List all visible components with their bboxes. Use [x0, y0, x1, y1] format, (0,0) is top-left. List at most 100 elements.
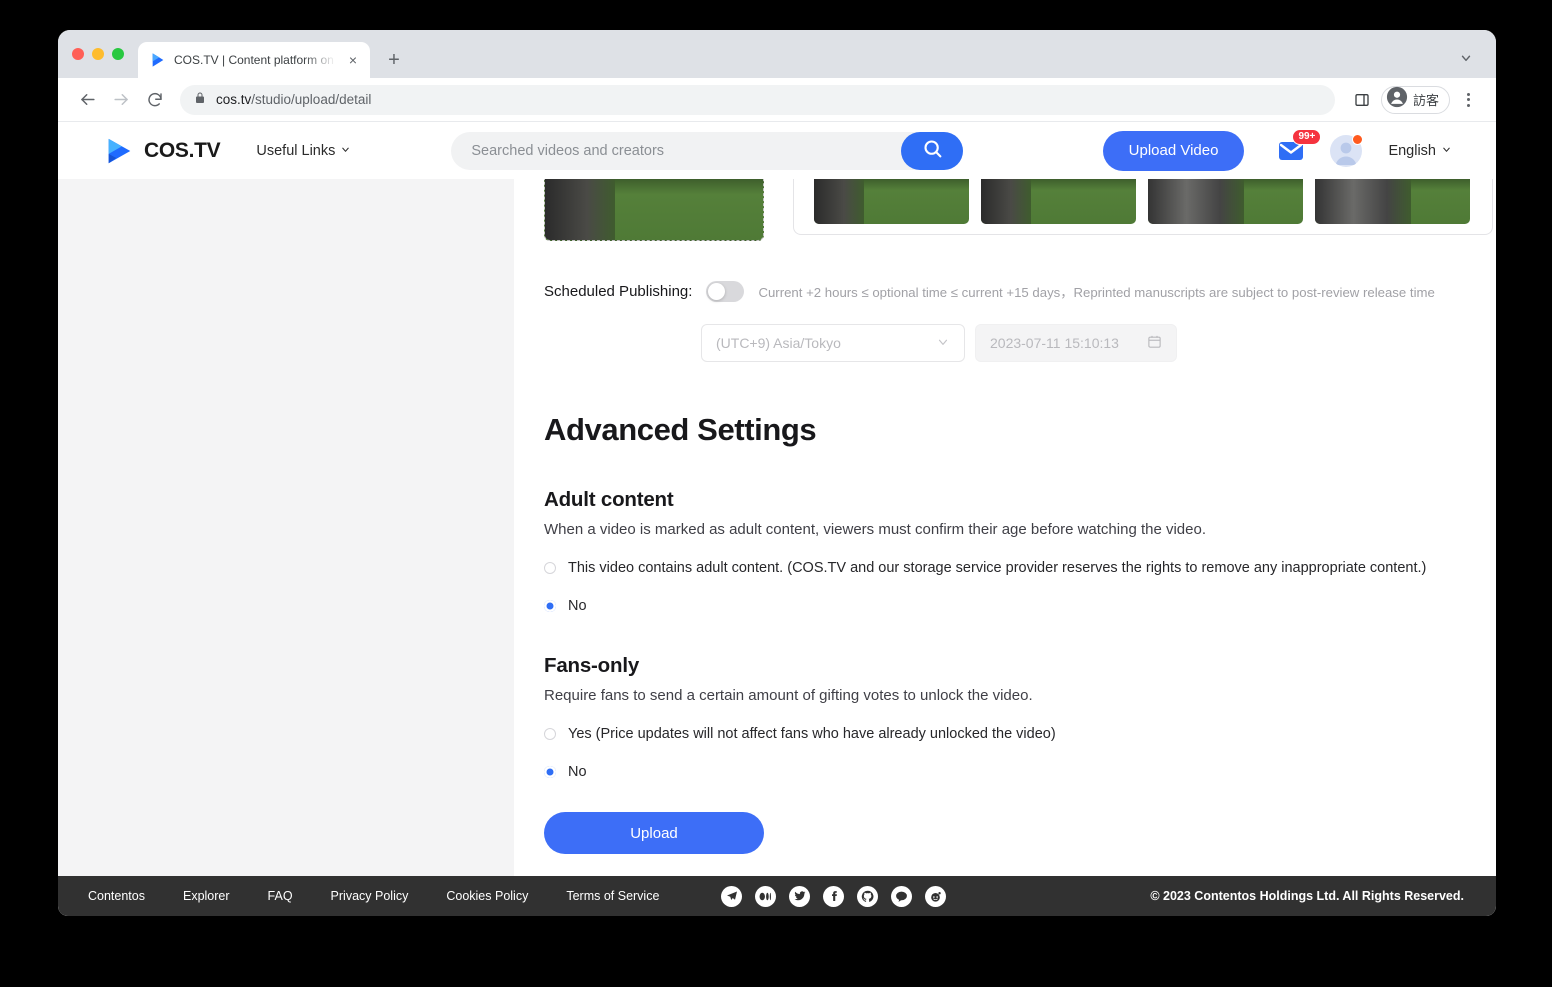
scheduled-publishing-hint: Current +2 hours ≤ optional time ≤ curre…: [758, 285, 1435, 300]
costv-favicon-icon: [150, 52, 166, 68]
timezone-value: (UTC+9) Asia/Tokyo: [716, 335, 841, 351]
adult-content-description: When a video is marked as adult content,…: [544, 521, 1206, 538]
submit-upload-button[interactable]: Upload: [544, 812, 764, 854]
notification-dot: [1352, 133, 1364, 145]
footer-link-privacy-policy[interactable]: Privacy Policy: [331, 889, 447, 903]
footer-link-terms-of-service[interactable]: Terms of Service: [566, 889, 697, 903]
card-content: Scheduled Publishing: Current +2 hours ≤…: [514, 281, 1496, 854]
back-button[interactable]: [72, 85, 102, 115]
thumbnail-frame[interactable]: [1148, 179, 1303, 224]
search-icon: [922, 138, 943, 164]
selected-thumbnail[interactable]: [544, 179, 764, 241]
browser-toolbar: cos.tv/studio/upload/detail 訪客: [58, 78, 1496, 122]
useful-links-menu[interactable]: Useful Links: [256, 143, 351, 159]
page-title: Advanced Settings: [544, 412, 817, 447]
header-actions: Upload Video 99+ English: [1102, 128, 1452, 171]
adult-content-option-yes[interactable]: This video contains adult content. (COS.…: [544, 560, 1485, 576]
adult-content-option-no[interactable]: No: [544, 598, 1485, 614]
search-button[interactable]: [901, 131, 964, 170]
publish-datetime-input[interactable]: 2023-07-11 15:10:13: [975, 324, 1177, 362]
kakao-icon[interactable]: [891, 885, 913, 907]
mail-icon: [1278, 141, 1308, 166]
fans-only-heading: Fans-only: [544, 654, 640, 677]
search-input[interactable]: [451, 131, 964, 170]
thumbnail-frame[interactable]: [814, 179, 969, 224]
window-traffic-lights: [72, 30, 138, 78]
address-bar-url: cos.tv/studio/upload/detail: [216, 92, 372, 107]
browser-tab-title: COS.TV | Content platform on b: [174, 53, 336, 67]
calendar-icon: [1147, 334, 1162, 352]
maximize-window-button[interactable]: [112, 48, 124, 60]
browser-profile-chip[interactable]: 訪客: [1380, 85, 1450, 114]
site-header: COS.TV Useful Links Upload Video: [58, 122, 1496, 179]
telegram-icon[interactable]: [721, 885, 743, 907]
language-selector[interactable]: English: [1388, 143, 1452, 159]
upload-video-button[interactable]: Upload Video: [1102, 130, 1245, 171]
browser-window: COS.TV | Content platform on b × + cos.t…: [58, 30, 1496, 916]
scheduled-publishing-fields: (UTC+9) Asia/Tokyo 2023-07-11 15:10:13: [544, 324, 1485, 362]
chevron-down-icon: [340, 143, 351, 159]
fans-only-option-no[interactable]: No: [544, 764, 1485, 780]
thumbnail-frame[interactable]: [981, 179, 1136, 224]
address-bar[interactable]: cos.tv/studio/upload/detail: [180, 84, 1335, 115]
radio-button[interactable]: [544, 562, 556, 574]
tab-search-chevron-down-icon[interactable]: [1452, 44, 1480, 72]
radio-button-selected[interactable]: [544, 766, 556, 778]
costv-page: COS.TV Useful Links Upload Video: [58, 122, 1496, 916]
radio-label: This video contains adult content. (COS.…: [568, 560, 1427, 576]
scheduled-publishing-row: Scheduled Publishing: Current +2 hours ≤…: [544, 281, 1485, 302]
scheduled-publishing-label: Scheduled Publishing:: [544, 283, 693, 300]
facebook-icon[interactable]: [823, 885, 845, 907]
page-scroll-area: Scheduled Publishing: Current +2 hours ≤…: [58, 179, 1496, 876]
reload-button[interactable]: [140, 85, 170, 115]
forward-button[interactable]: [106, 85, 136, 115]
reddit-icon[interactable]: [925, 885, 947, 907]
footer-links: Contentos Explorer FAQ Privacy Policy Co…: [88, 889, 697, 903]
footer-link-explorer[interactable]: Explorer: [183, 889, 268, 903]
messages-badge: 99+: [1292, 128, 1322, 145]
radio-label: Yes (Price updates will not affect fans …: [568, 726, 1056, 742]
footer-social-links: [721, 885, 947, 907]
profile-avatar-icon: [1386, 86, 1408, 113]
close-tab-button[interactable]: ×: [344, 51, 362, 69]
browser-menu-icon[interactable]: [1454, 86, 1482, 114]
adult-content-heading: Adult content: [544, 488, 674, 511]
radio-label: No: [568, 598, 587, 614]
browser-tab[interactable]: COS.TV | Content platform on b ×: [138, 42, 370, 78]
fans-only-option-yes[interactable]: Yes (Price updates will not affect fans …: [544, 726, 1485, 742]
costv-logo-icon: [104, 136, 134, 166]
radio-button[interactable]: [544, 728, 556, 740]
footer-link-faq[interactable]: FAQ: [268, 889, 331, 903]
footer-link-cookies-policy[interactable]: Cookies Policy: [446, 889, 566, 903]
profile-name-label: 訪客: [1412, 93, 1439, 108]
chevron-down-icon: [1441, 143, 1452, 159]
footer-link-contentos[interactable]: Contentos: [88, 889, 183, 903]
close-window-button[interactable]: [72, 48, 84, 60]
github-icon[interactable]: [857, 885, 879, 907]
timezone-select[interactable]: (UTC+9) Asia/Tokyo: [701, 324, 965, 362]
new-tab-button[interactable]: +: [380, 46, 408, 74]
radio-label: No: [568, 764, 587, 780]
side-panel-icon[interactable]: [1347, 85, 1377, 115]
footer-copyright: © 2023 Contentos Holdings Ltd. All Right…: [1150, 889, 1464, 903]
upload-detail-card: Scheduled Publishing: Current +2 hours ≤…: [514, 179, 1496, 876]
messages-button[interactable]: 99+: [1278, 128, 1322, 166]
chevron-down-icon: [936, 335, 950, 352]
user-avatar-button[interactable]: [1330, 133, 1364, 167]
fans-only-description: Require fans to send a certain amount of…: [544, 687, 1033, 704]
useful-links-label: Useful Links: [256, 142, 336, 159]
thumbnail-frame-strip: [793, 179, 1493, 235]
brand-name: COS.TV: [144, 138, 221, 162]
publish-datetime-value: 2023-07-11 15:10:13: [990, 335, 1119, 351]
site-search: [451, 131, 964, 170]
minimize-window-button[interactable]: [92, 48, 104, 60]
thumbnail-frame[interactable]: [1315, 179, 1470, 224]
scheduled-publishing-toggle[interactable]: [706, 281, 745, 302]
browser-tabstrip: COS.TV | Content platform on b × +: [58, 30, 1496, 78]
site-logo[interactable]: COS.TV: [104, 136, 221, 166]
medium-icon[interactable]: [755, 885, 777, 907]
site-footer: Contentos Explorer FAQ Privacy Policy Co…: [58, 876, 1496, 916]
toolbar-right-actions: 訪客: [1347, 85, 1482, 115]
radio-button-selected[interactable]: [544, 600, 556, 612]
twitter-icon[interactable]: [789, 885, 811, 907]
